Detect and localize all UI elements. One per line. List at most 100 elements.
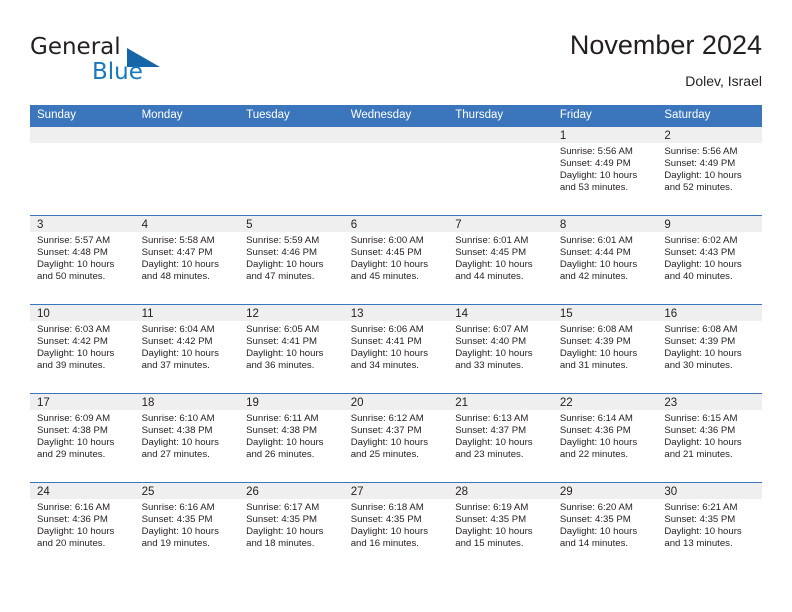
- day-number: 7: [448, 216, 553, 232]
- sunrise-text: Sunrise: 6:07 AM: [455, 324, 529, 335]
- sunset-text: Sunset: 4:42 PM: [37, 336, 108, 348]
- calendar-day-cell[interactable]: 20 Sunrise: 6:12 AM Sunset: 4:37 PM Dayligh…: [343, 393, 449, 483]
- daylight-text-line2: and 37 minutes.: [141, 360, 210, 372]
- calendar-week-row: 3 Sunrise: 5:57 AM Sunset: 4:48 PM Daylight…: [30, 215, 762, 305]
- day-details: Sunrise: 6:20 AM Sunset: 4:35 PM Daylight:…: [553, 499, 658, 550]
- daylight-text-line1: Daylight: 10 hours: [141, 526, 219, 538]
- calendar-day-cell[interactable]: 10 Sunrise: 6:03 AM Sunset: 4:42 PM Dayligh…: [30, 304, 135, 394]
- day-details: [135, 143, 240, 146]
- sunset-text: Sunset: 4:36 PM: [559, 425, 631, 437]
- calendar-day-cell[interactable]: 30 Sunrise: 6:21 AM Sunset: 4:35 PM Dayligh…: [657, 482, 762, 571]
- sunrise-text: Sunrise: 6:05 AM: [246, 324, 320, 335]
- day-cell-inner: 23 Sunrise: 6:15 AM Sunset: 4:36 PM Dayligh…: [657, 394, 762, 482]
- daylight-text-line1: Daylight: 10 hours: [664, 170, 742, 182]
- title-block: November 2024 Dolev, Israel: [570, 28, 762, 91]
- day-details: [344, 143, 449, 146]
- sunrise-text: Sunrise: 6:11 AM: [246, 413, 319, 424]
- daylight-text-line2: and 16 minutes.: [350, 538, 419, 550]
- day-cell-inner: 18 Sunrise: 6:10 AM Sunset: 4:38 PM Dayligh…: [134, 394, 240, 482]
- day-details: Sunrise: 6:15 AM Sunset: 4:36 PM Daylight:…: [657, 410, 762, 461]
- calendar-day-cell[interactable]: 27 Sunrise: 6:18 AM Sunset: 4:35 PM Dayligh…: [343, 482, 449, 571]
- calendar-day-cell[interactable]: 14 Sunrise: 6:07 AM Sunset: 4:40 PM Dayligh…: [448, 304, 553, 394]
- sunrise-text: Sunrise: 6:14 AM: [559, 413, 633, 424]
- day-number: 8: [552, 216, 658, 232]
- sunrise-text: Sunrise: 6:01 AM: [559, 235, 633, 246]
- day-number: 20: [343, 394, 449, 410]
- day-details: Sunrise: 6:19 AM Sunset: 4:35 PM Daylight:…: [448, 499, 553, 550]
- calendar-day-cell[interactable]: 24 Sunrise: 6:16 AM Sunset: 4:36 PM Dayligh…: [30, 482, 135, 571]
- sunset-text: Sunset: 4:37 PM: [455, 425, 527, 437]
- calendar-day-cell[interactable]: 21 Sunrise: 6:13 AM Sunset: 4:37 PM Dayligh…: [448, 393, 553, 483]
- calendar-day-cell[interactable]: 25 Sunrise: 6:16 AM Sunset: 4:35 PM Dayligh…: [134, 482, 240, 571]
- day-cell-inner: 25 Sunrise: 6:16 AM Sunset: 4:35 PM Dayligh…: [134, 483, 240, 571]
- daylight-text-line2: and 40 minutes.: [664, 271, 733, 283]
- daylight-text-line1: Daylight: 10 hours: [664, 348, 742, 360]
- calendar-day-cell[interactable]: 6 Sunrise: 6:00 AM Sunset: 4:45 PM Daylight…: [343, 215, 449, 305]
- calendar-day-cell[interactable]: 5 Sunrise: 5:59 AM Sunset: 4:46 PM Daylight…: [239, 215, 344, 305]
- sunrise-text: Sunrise: 6:16 AM: [141, 502, 215, 513]
- sunrise-text: Sunrise: 6:19 AM: [455, 502, 529, 513]
- calendar-day-cell[interactable]: 15 Sunrise: 6:08 AM Sunset: 4:39 PM Dayligh…: [552, 304, 658, 394]
- calendar-day-cell[interactable]: 29 Sunrise: 6:20 AM Sunset: 4:35 PM Dayligh…: [552, 482, 658, 571]
- day-number: 13: [343, 305, 449, 321]
- sunset-text: Sunset: 4:35 PM: [455, 514, 527, 526]
- day-cell-inner: 10 Sunrise: 6:03 AM Sunset: 4:42 PM Dayligh…: [30, 305, 135, 393]
- calendar-week-row: 10 Sunrise: 6:03 AM Sunset: 4:42 PM Dayligh…: [30, 304, 762, 394]
- day-details: Sunrise: 6:13 AM Sunset: 4:37 PM Daylight:…: [448, 410, 553, 461]
- sunrise-text: Sunrise: 5:57 AM: [37, 235, 111, 246]
- sunset-text: Sunset: 4:35 PM: [664, 514, 736, 526]
- day-cell-inner: 6 Sunrise: 6:00 AM Sunset: 4:45 PM Daylight…: [343, 216, 449, 304]
- sunrise-text: Sunrise: 6:08 AM: [664, 324, 738, 335]
- daylight-text-line2: and 23 minutes.: [455, 449, 524, 461]
- day-cell-inner: 19 Sunrise: 6:11 AM Sunset: 4:38 PM Dayligh…: [239, 394, 344, 482]
- daylight-text-line1: Daylight: 10 hours: [246, 348, 324, 360]
- day-cell-inner: 20 Sunrise: 6:12 AM Sunset: 4:37 PM Dayligh…: [343, 394, 449, 482]
- day-cell-inner: 14 Sunrise: 6:07 AM Sunset: 4:40 PM Dayligh…: [448, 305, 553, 393]
- calendar-day-cell[interactable]: 7 Sunrise: 6:01 AM Sunset: 4:45 PM Daylight…: [448, 215, 553, 305]
- calendar-day-cell[interactable]: 16 Sunrise: 6:08 AM Sunset: 4:39 PM Dayligh…: [657, 304, 762, 394]
- daylight-text-line1: Daylight: 10 hours: [37, 259, 115, 271]
- calendar-day-cell[interactable]: 4 Sunrise: 5:58 AM Sunset: 4:47 PM Daylight…: [134, 215, 240, 305]
- calendar-day-cell[interactable]: 26 Sunrise: 6:17 AM Sunset: 4:35 PM Dayligh…: [239, 482, 344, 571]
- day-cell-inner: 7 Sunrise: 6:01 AM Sunset: 4:45 PM Daylight…: [448, 216, 553, 304]
- day-number: 11: [134, 305, 240, 321]
- daylight-text-line2: and 25 minutes.: [350, 449, 419, 461]
- daylight-text-line1: Daylight: 10 hours: [37, 437, 115, 449]
- calendar-day-cell[interactable]: 2 Sunrise: 5:56 AM Sunset: 4:49 PM Daylight…: [657, 127, 762, 216]
- calendar-day-cell[interactable]: 3 Sunrise: 5:57 AM Sunset: 4:48 PM Daylight…: [30, 215, 135, 305]
- calendar-day-cell[interactable]: 28 Sunrise: 6:19 AM Sunset: 4:35 PM Dayligh…: [448, 482, 553, 571]
- day-number: 4: [134, 216, 240, 232]
- weekday-header-saturday: Saturday: [657, 105, 762, 127]
- calendar-day-cell[interactable]: 17 Sunrise: 6:09 AM Sunset: 4:38 PM Dayligh…: [30, 393, 135, 483]
- sunset-text: Sunset: 4:41 PM: [246, 336, 318, 348]
- calendar-day-cell[interactable]: 1 Sunrise: 5:56 AM Sunset: 4:49 PM Daylight…: [552, 127, 658, 216]
- calendar-day-cell[interactable]: 23 Sunrise: 6:15 AM Sunset: 4:36 PM Dayligh…: [657, 393, 762, 483]
- day-cell-inner: 3 Sunrise: 5:57 AM Sunset: 4:48 PM Daylight…: [30, 216, 135, 304]
- day-cell-inner: 26 Sunrise: 6:17 AM Sunset: 4:35 PM Dayligh…: [239, 483, 344, 571]
- daylight-text-line1: Daylight: 10 hours: [455, 348, 533, 360]
- calendar-day-cell[interactable]: 13 Sunrise: 6:06 AM Sunset: 4:41 PM Dayligh…: [343, 304, 449, 394]
- daylight-text-line2: and 42 minutes.: [559, 271, 629, 283]
- sunset-text: Sunset: 4:49 PM: [664, 158, 736, 170]
- general-blue-logo[interactable]: General Blue: [30, 34, 210, 90]
- calendar-day-cell[interactable]: 11 Sunrise: 6:04 AM Sunset: 4:42 PM Dayligh…: [134, 304, 240, 394]
- day-number: 29: [552, 483, 658, 499]
- day-number: 30: [657, 483, 762, 499]
- sunset-text: Sunset: 4:37 PM: [350, 425, 422, 437]
- calendar-week-row: 17 Sunrise: 6:09 AM Sunset: 4:38 PM Dayligh…: [30, 393, 762, 483]
- day-number: 14: [448, 305, 553, 321]
- daylight-text-line2: and 14 minutes.: [559, 538, 629, 550]
- calendar-day-cell[interactable]: 9 Sunrise: 6:02 AM Sunset: 4:43 PM Daylight…: [657, 215, 762, 305]
- calendar-day-cell[interactable]: 22 Sunrise: 6:14 AM Sunset: 4:36 PM Dayligh…: [552, 393, 658, 483]
- calendar-day-cell[interactable]: 19 Sunrise: 6:11 AM Sunset: 4:38 PM Dayligh…: [239, 393, 344, 483]
- day-cell-inner: [343, 127, 449, 215]
- daylight-text-line2: and 50 minutes.: [37, 271, 106, 283]
- location-label: Dolev, Israel: [685, 73, 762, 89]
- day-details: Sunrise: 6:05 AM Sunset: 4:41 PM Daylight:…: [239, 321, 344, 372]
- day-details: Sunrise: 6:04 AM Sunset: 4:42 PM Daylight:…: [135, 321, 240, 372]
- calendar-day-cell[interactable]: 18 Sunrise: 6:10 AM Sunset: 4:38 PM Dayligh…: [134, 393, 240, 483]
- calendar-day-cell[interactable]: 12 Sunrise: 6:05 AM Sunset: 4:41 PM Dayligh…: [239, 304, 344, 394]
- calendar-day-cell[interactable]: 8 Sunrise: 6:01 AM Sunset: 4:44 PM Daylight…: [552, 215, 658, 305]
- weekday-header-friday: Friday: [552, 105, 658, 127]
- daylight-text-line1: Daylight: 10 hours: [559, 437, 638, 449]
